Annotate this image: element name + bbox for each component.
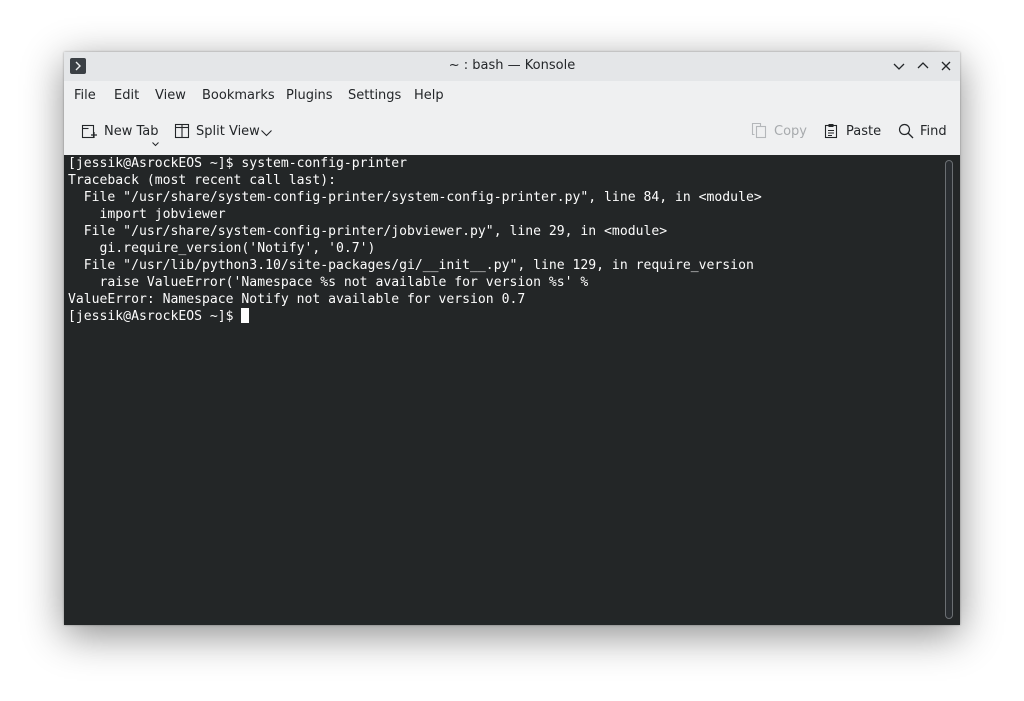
terminal-prompt: [jessik@AsrockEOS ~]$ [68,309,234,324]
terminal-line: [jessik@AsrockEOS ~]$ system-config-prin… [68,156,407,171]
paste-icon [822,122,840,140]
menu-settings[interactable]: Settings [348,88,401,103]
terminal-line: Traceback (most recent call last): [68,173,337,188]
copy-icon [750,122,768,140]
new-tab-label: New Tab [104,124,159,139]
window-title: ~ : bash — Konsole [448,58,576,73]
new-tab-icon [80,122,98,140]
konsole-window: ~ : bash — Konsole File Edit View Bookma… [64,52,960,625]
close-icon[interactable] [937,57,955,75]
search-icon [897,122,915,140]
split-view-button[interactable]: Split View [173,122,275,142]
menu-plugins[interactable]: Plugins [286,88,333,103]
menu-bar: File Edit View Bookmarks Plugins Setting… [64,81,960,110]
terminal-line: gi.require_version('Notify', '0.7') [68,241,376,256]
terminal-line: ValueError: Namespace Notify not availab… [68,292,526,307]
vertical-scrollbar[interactable] [945,160,953,619]
minimize-icon[interactable] [890,57,908,75]
menu-file[interactable]: File [74,88,96,103]
menu-help[interactable]: Help [414,88,444,103]
split-view-label: Split View [196,124,260,139]
terminal-line: File "/usr/lib/python3.10/site-packages/… [68,258,754,273]
paste-button[interactable]: Paste [822,122,882,142]
toolbar: New Tab Split View Copy Paste Find [64,110,960,155]
copy-button[interactable]: Copy [750,122,807,142]
paste-label: Paste [846,124,882,139]
maximize-icon[interactable] [914,57,932,75]
menu-view[interactable]: View [155,88,186,103]
find-button[interactable]: Find [897,122,949,142]
terminal-line: File "/usr/share/system-config-printer/j… [68,224,668,239]
chevron-down-icon[interactable] [152,136,159,147]
terminal-line: import jobviewer [68,207,226,222]
menu-edit[interactable]: Edit [114,88,139,103]
text-cursor [240,308,249,323]
menu-bookmarks[interactable]: Bookmarks [202,88,275,103]
new-tab-button[interactable]: New Tab [80,122,162,147]
terminal-line: File "/usr/share/system-config-printer/s… [68,190,762,205]
copy-label: Copy [774,124,807,139]
find-label: Find [920,124,947,139]
chevron-down-icon[interactable] [261,126,272,137]
terminal-line: raise ValueError('Namespace %s not avail… [68,275,589,290]
terminal-prompt-line: [jessik@AsrockEOS ~]$ [68,308,249,325]
title-bar[interactable]: ~ : bash — Konsole [64,52,960,81]
split-view-icon [173,122,191,140]
terminal-view[interactable]: [jessik@AsrockEOS ~]$ system-config-prin… [64,155,960,625]
